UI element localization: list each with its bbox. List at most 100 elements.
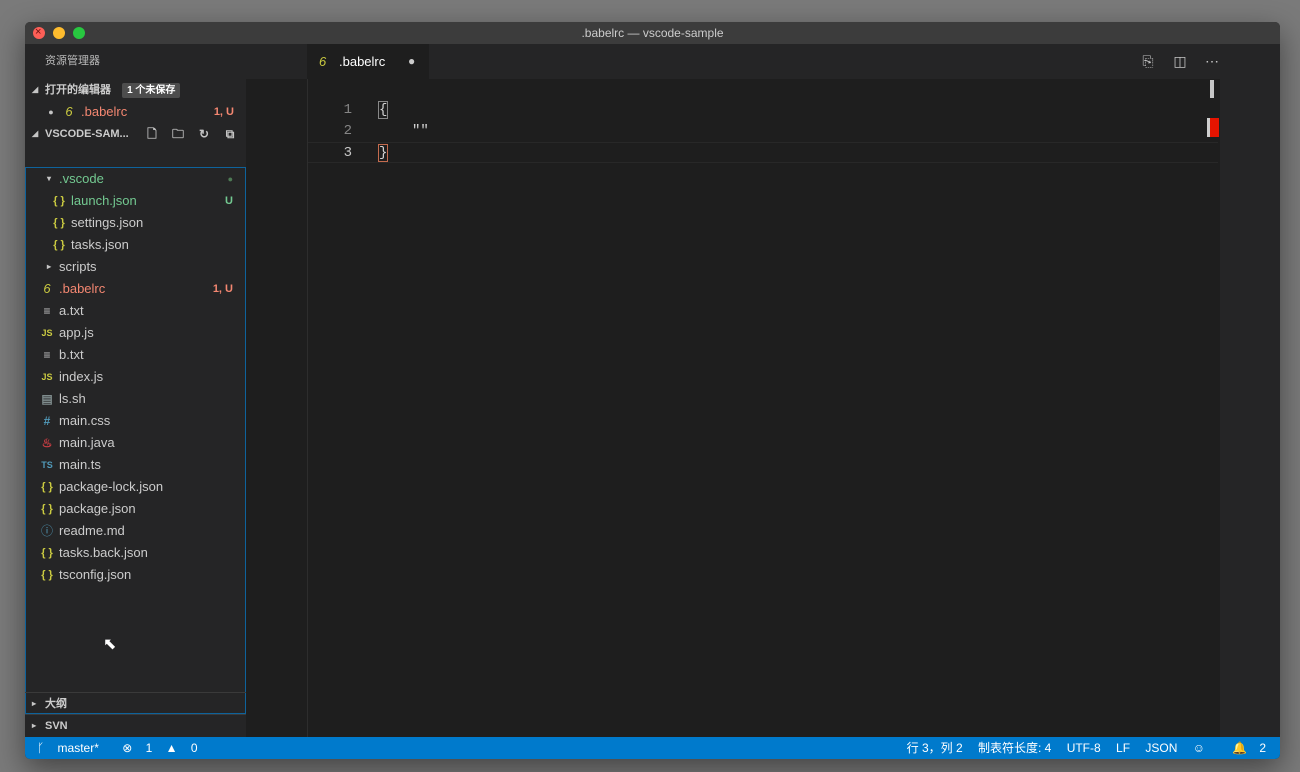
tree-item-tsconfig-json[interactable]: { } tsconfig.json [26, 564, 245, 586]
modified-dot-icon: ● [227, 174, 233, 184]
info-file-icon: ⓘ [40, 524, 53, 538]
mouse-pointer-icon: ⬉ [103, 636, 117, 653]
tree-item-vscode-folder[interactable]: ▾ .vscode ● [26, 168, 245, 190]
status-bar: ᚴ master* ⊗ 1 ▲ 0 行 3，列 2 制表符长度: 4 UTF-8… [25, 737, 1280, 759]
sidebar-title: 资源管理器 [45, 55, 100, 67]
chevron-right-icon: ▸ [32, 721, 37, 730]
dirty-dot-icon[interactable]: ● [44, 101, 58, 123]
refresh-icon[interactable]: ↻ [194, 123, 214, 145]
open-editors-header[interactable]: ◢ 打开的编辑器 1 个未保存 [25, 79, 246, 101]
tree-item-ls-sh[interactable]: ▤ ls.sh [26, 388, 245, 410]
untracked-decoration: U [225, 195, 233, 207]
chevron-down-icon: ◢ [32, 129, 39, 138]
branch-item[interactable]: ᚴ master* [37, 741, 109, 755]
tree-item-index-js[interactable]: JS index.js [26, 366, 245, 388]
json-file-icon: { } [53, 195, 65, 207]
tree-item-label: readme.md [59, 523, 125, 538]
feedback-smiley-icon[interactable]: ☺ [1193, 741, 1205, 755]
tree-item-label: main.java [59, 435, 115, 450]
end-of-line[interactable]: LF [1116, 741, 1130, 755]
code-line: 2 "" [308, 121, 1218, 142]
tree-item-tasks-back-json[interactable]: { } tasks.back.json [26, 542, 245, 564]
collapse-all-icon[interactable]: ⧉ [220, 123, 240, 145]
tree-item-a-txt[interactable]: ≡ a.txt [26, 300, 245, 322]
line-number: 3 [343, 145, 352, 161]
tree-item-package-lock-json[interactable]: { } package-lock.json [26, 476, 245, 498]
tree-item-launch-json[interactable]: { } launch.json U [26, 190, 245, 212]
json-file-icon: { } [41, 569, 53, 581]
tree-item-label: launch.json [71, 193, 137, 208]
matched-bracket: { [377, 101, 389, 119]
tab-babelrc[interactable]: 6 .babelrc ● [307, 44, 429, 79]
warning-count: 0 [190, 741, 198, 755]
tree-item-settings-json[interactable]: { } settings.json [26, 212, 245, 234]
tree-item-label: package-lock.json [59, 479, 164, 494]
split-editor-icon[interactable]: ◫ [1168, 44, 1192, 79]
tree-item-label: .babelrc [59, 281, 106, 296]
collapsed-sections: ▸ 大纲 ▸ SVN [25, 692, 246, 736]
tree-item-package-json[interactable]: { } package.json [26, 498, 245, 520]
warning-icon: ▲ [165, 741, 181, 755]
line-number: 1 [343, 102, 352, 118]
editor-left-border [307, 79, 308, 737]
minimize-window-button[interactable] [53, 27, 65, 39]
tree-item-main-ts[interactable]: TS main.ts [26, 454, 245, 476]
tree-item-label: tsconfig.json [59, 567, 132, 582]
java-file-icon: ♨ [41, 436, 53, 450]
svn-title: SVN [45, 720, 68, 732]
close-window-button[interactable] [33, 22, 45, 43]
git-branch-icon: ᚴ [37, 741, 48, 755]
language-mode[interactable]: JSON [1145, 741, 1177, 755]
error-decoration: 1, U [212, 283, 233, 295]
new-file-icon[interactable]: 🗋 [142, 123, 162, 145]
tree-item-label: index.js [59, 369, 104, 384]
outline-header[interactable]: ▸ 大纲 [25, 692, 246, 714]
folder-title: VSCODE-SAM... [45, 128, 129, 140]
tree-item-label: tasks.back.json [59, 545, 148, 560]
line-number: 2 [343, 123, 352, 139]
window-title: .babelrc — vscode-sample [581, 26, 724, 40]
tab-label: .babelrc [339, 54, 386, 69]
unsaved-badge: 1 个未保存 [122, 83, 181, 98]
tree-item-app-js[interactable]: JS app.js [26, 322, 245, 344]
typescript-file-icon: TS [41, 460, 53, 470]
tree-item-main-java[interactable]: ♨ main.java [26, 432, 245, 454]
outline-title: 大纲 [45, 698, 67, 710]
explorer-folder-header[interactable]: ◢ VSCODE-SAM... 🗋 🗀 ↻ ⧉ [25, 123, 246, 145]
tree-item-tasks-json[interactable]: { } tasks.json [26, 234, 245, 256]
unsaved-dot-icon[interactable]: ● [408, 44, 415, 79]
tree-item-main-css[interactable]: # main.css [26, 410, 245, 432]
notifications-item[interactable]: 🔔 2 [1220, 741, 1266, 755]
tree-item-scripts-folder[interactable]: ▸ scripts [26, 256, 245, 278]
encoding[interactable]: UTF-8 [1067, 741, 1101, 755]
code-line: 1 { [308, 100, 1218, 121]
tree-item-b-txt[interactable]: ≡ b.txt [26, 344, 245, 366]
tree-item-readme-md[interactable]: ⓘ readme.md [26, 520, 245, 542]
open-editor-label: .babelrc [81, 104, 128, 119]
tree-item-label: package.json [59, 501, 136, 516]
tree-item-label: app.js [59, 325, 94, 340]
chevron-right-icon: ▸ [32, 699, 37, 708]
scrollbar-thumb[interactable] [1210, 80, 1214, 98]
error-icon: ⊗ [122, 741, 136, 755]
cursor-position[interactable]: 行 3，列 2 [907, 741, 963, 755]
open-editor-item[interactable]: ● 6 .babelrc 1, U [25, 101, 246, 123]
notification-count: 2 [1259, 741, 1266, 755]
svn-header[interactable]: ▸ SVN [25, 714, 246, 736]
vscode-window: .babelrc — vscode-sample 资源管理器 ◢ 打开的编辑器 … [25, 22, 1280, 759]
code-text: } [377, 143, 389, 164]
tree-item-babelrc[interactable]: 6 .babelrc 1, U [26, 278, 245, 300]
chevron-down-icon: ◢ [32, 85, 39, 94]
chevron-right-icon: ▸ [46, 262, 51, 271]
problems-item[interactable]: ⊗ 1 ▲ 0 [122, 741, 207, 755]
json-file-icon: { } [41, 503, 53, 515]
explorer-tree: ▾ .vscode ● { } launch.json U { } settin… [25, 167, 246, 714]
maximize-window-button[interactable] [73, 27, 85, 39]
open-changes-icon[interactable]: ⎘ [1136, 44, 1160, 79]
babel-file-icon: 6 [319, 54, 327, 69]
editor-actions: ⎘ ◫ ⋯ [1128, 44, 1224, 79]
code-editor[interactable]: 1 { 2 "" 3 } [308, 100, 1218, 163]
new-folder-icon[interactable]: 🗀 [168, 123, 188, 145]
indentation[interactable]: 制表符长度: 4 [978, 741, 1051, 755]
editor-area: 6 .babelrc ● ⎘ ◫ ⋯ 1 { 2 "" 3 } [246, 44, 1280, 737]
